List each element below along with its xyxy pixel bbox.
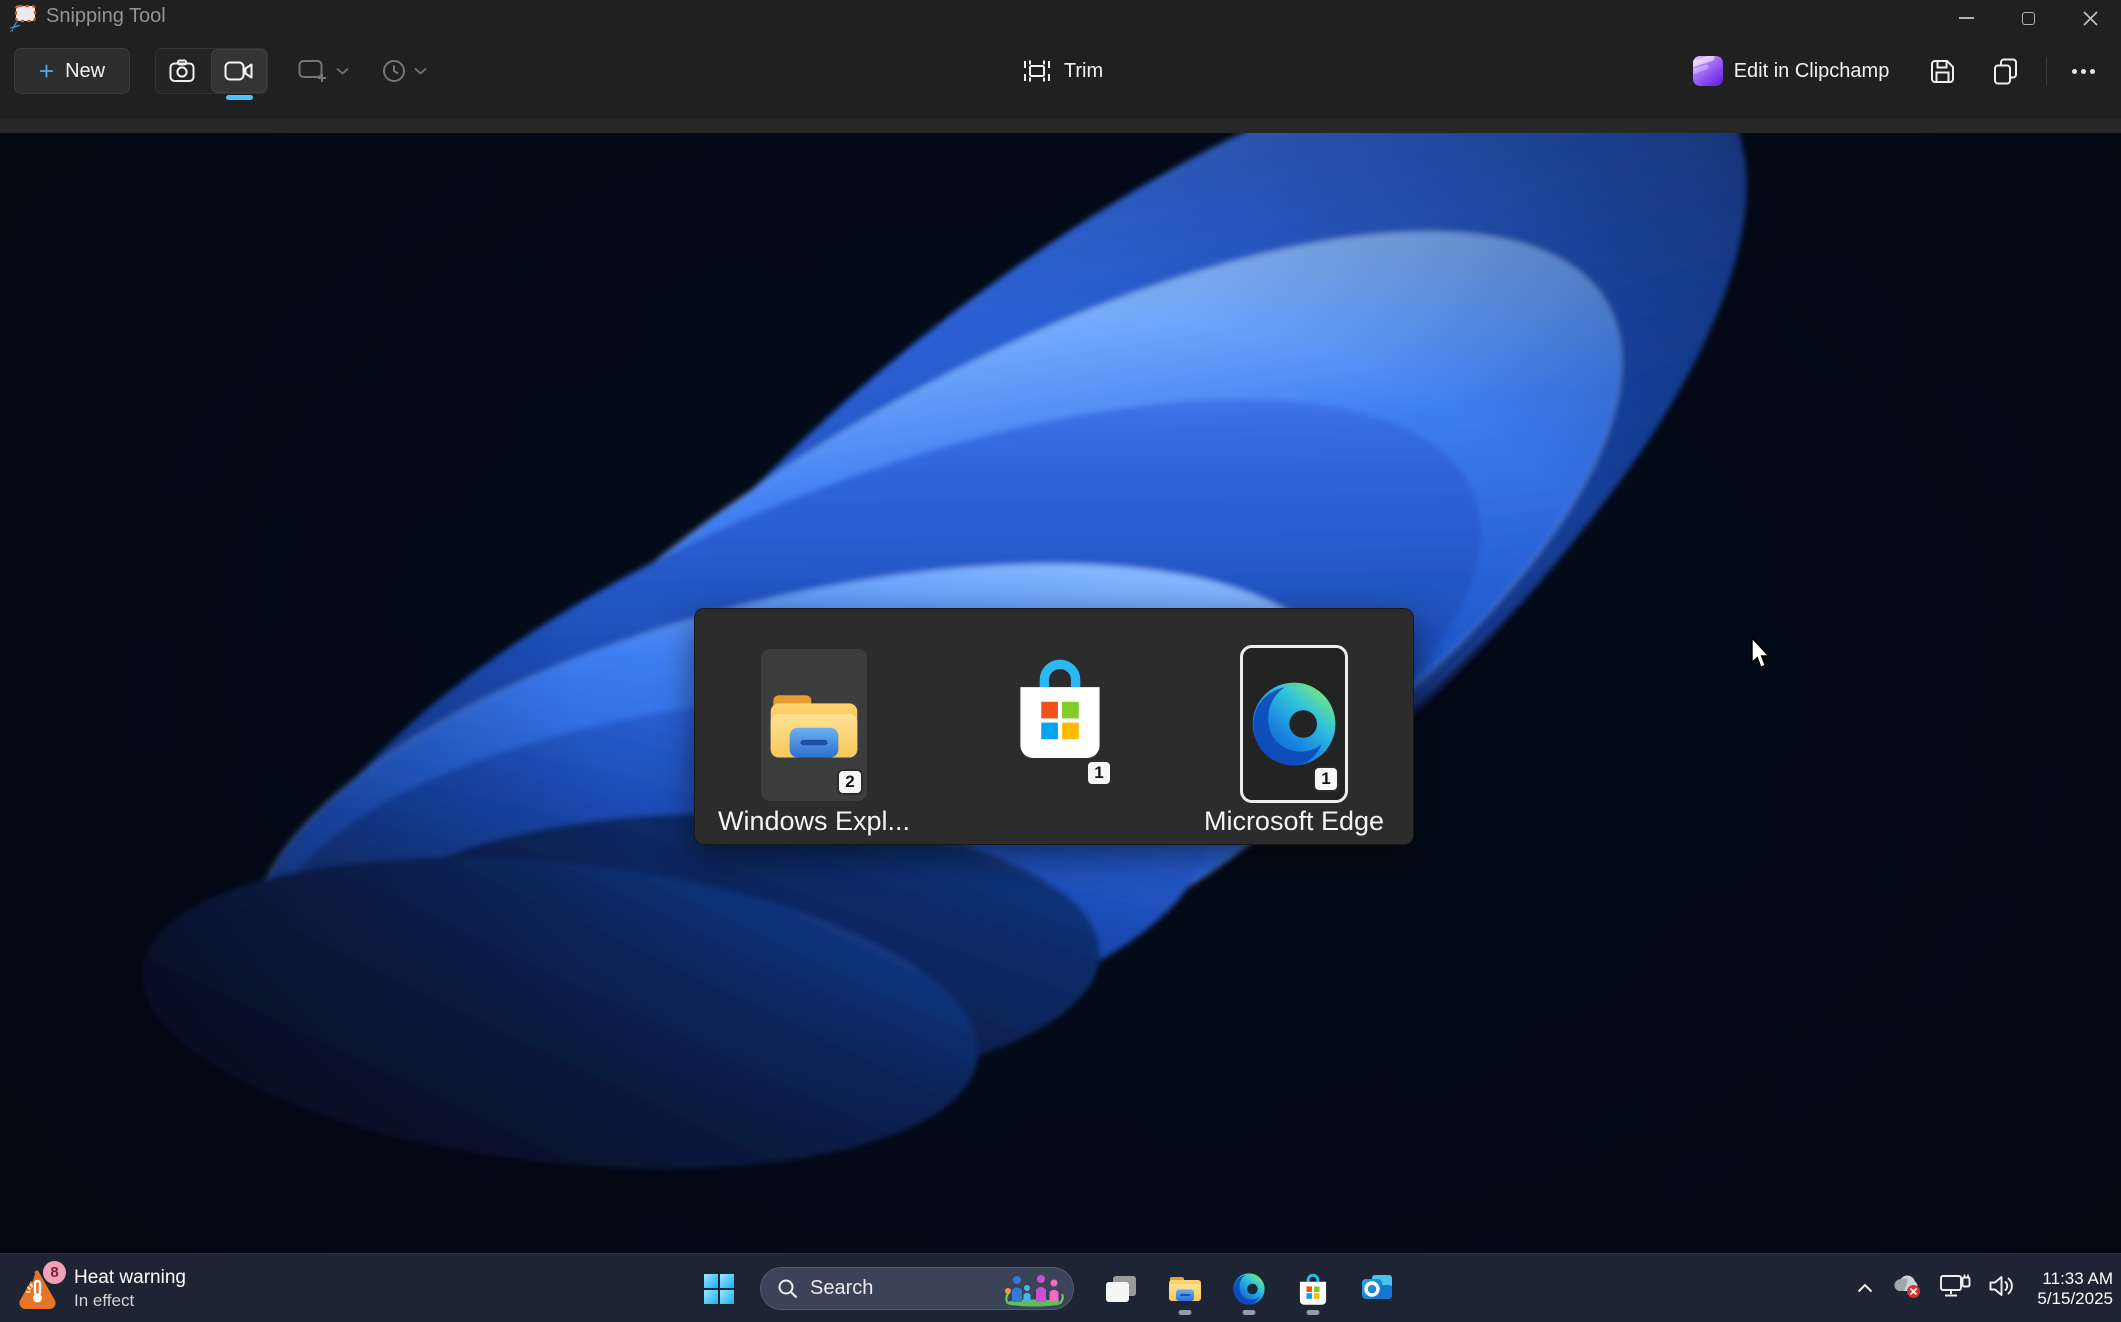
search-icon [777,1278,798,1299]
snip-delay-dropdown[interactable] [382,48,427,94]
microsoft-edge-icon [1232,1272,1266,1306]
volume-tray-button[interactable] [1988,1274,2016,1303]
taskbar-search[interactable]: Search [760,1267,1074,1310]
trim-icon [1021,57,1053,85]
new-snip-button[interactable]: + New [14,48,130,94]
wired-network-icon [1939,1273,1971,1299]
switcher-label-explorer: Windows Expl... [694,806,934,837]
more-options-button[interactable] [2058,48,2108,94]
recording-preview: 2 1 [0,133,2121,1253]
save-button[interactable] [1918,48,1966,94]
clipchamp-icon [1693,56,1723,86]
maximize-button[interactable] [1997,0,2059,36]
chevron-up-icon [1857,1283,1873,1293]
clock-time: 11:33 AM [2037,1269,2113,1289]
save-icon [1929,58,1956,85]
clipchamp-label: Edit in Clipchamp [1734,60,1890,83]
running-indicator [1179,1310,1192,1315]
titlebar: ✂ Snipping Tool [0,0,2121,36]
close-button[interactable] [2059,0,2121,36]
edit-in-clipchamp-button[interactable]: Edit in Clipchamp [1668,48,1914,94]
microsoft-store-icon [1010,652,1110,764]
switcher-window-store[interactable]: 1 [1006,652,1114,802]
network-tray-button[interactable] [1939,1273,1971,1304]
taskbar-center: Search [700,1254,1396,1322]
switcher-window-edge[interactable]: 1 [1240,645,1348,803]
preview-canvas-strip [0,117,2121,133]
clock[interactable]: 11:33 AM 5/15/2025 [2033,1269,2113,1309]
weather-widget[interactable]: 8 Heat warning In effect [6,1254,196,1322]
window-count-badge: 2 [837,769,863,795]
weather-status: In effect [74,1291,186,1311]
mode-toggle [155,48,268,94]
photo-mode-button[interactable] [156,49,211,93]
store-button[interactable] [1294,1263,1332,1315]
ellipsis-icon [2081,69,2086,74]
running-indicator [1243,1310,1256,1315]
clock-date: 5/15/2025 [2037,1289,2113,1309]
start-button[interactable] [700,1263,738,1315]
search-highlight-family-illustration [1001,1271,1065,1307]
task-view-button[interactable] [1102,1263,1140,1315]
microsoft-edge-icon [1248,678,1340,770]
switcher-label-edge: Microsoft Edge [1174,806,1414,837]
chevron-down-icon [336,67,349,75]
plus-icon: + [39,61,54,81]
chevron-down-icon [414,67,427,75]
speaker-icon [1988,1274,2016,1298]
snipping-tool-icon: ✂ [10,4,38,32]
new-button-label: New [65,60,105,83]
screen: ✂ Snipping Tool + New [0,0,2121,1322]
trim-label: Trim [1064,60,1103,83]
video-mode-selected-indicator [226,95,253,100]
edge-button[interactable] [1230,1263,1268,1315]
weather-title: Heat warning [74,1267,186,1289]
snip-shape-dropdown[interactable] [298,48,349,94]
running-indicator [1307,1310,1320,1315]
tray-overflow-button[interactable] [1857,1280,1873,1298]
close-icon [2083,11,2098,26]
copy-icon [1993,58,2018,85]
minimize-icon [1959,17,1974,19]
clock-icon [382,59,406,83]
outlook-button[interactable] [1358,1263,1396,1315]
microsoft-store-icon [1296,1272,1330,1306]
trim-button[interactable]: Trim [998,48,1126,94]
minimize-button[interactable] [1935,0,1997,36]
rectangle-plus-icon [298,59,328,83]
windows-start-icon [701,1271,737,1307]
window-count-badge: 1 [1086,760,1112,786]
copy-button[interactable] [1981,48,2029,94]
task-view-icon [1104,1274,1138,1304]
maximize-icon [2022,12,2035,25]
camera-icon [169,59,197,83]
system-tray: 11:33 AM 5/15/2025 [1857,1254,2113,1322]
mouse-cursor [1750,638,1776,670]
folder-icon [768,686,860,764]
window-controls [1935,0,2121,36]
taskbar-apps [1102,1263,1396,1315]
window-switcher-panel: 2 1 [694,608,1414,845]
onedrive-tray-button[interactable] [1890,1273,1922,1304]
window-title: Snipping Tool [46,0,166,32]
search-label: Search [810,1277,873,1300]
file-explorer-button[interactable] [1166,1263,1204,1315]
snipping-tool-header: ✂ Snipping Tool + New [0,0,2121,117]
onedrive-error-icon [1890,1273,1922,1299]
video-camera-icon [224,60,254,82]
taskbar: 8 Heat warning In effect [0,1253,2121,1322]
window-count-badge: 1 [1313,766,1339,792]
outlook-icon [1360,1273,1394,1305]
file-explorer-icon [1168,1275,1202,1303]
video-mode-button[interactable] [211,49,268,93]
weather-alert-count-badge: 8 [43,1261,66,1284]
toolbar-divider [2046,57,2047,85]
switcher-window-explorer[interactable]: 2 [761,649,867,801]
